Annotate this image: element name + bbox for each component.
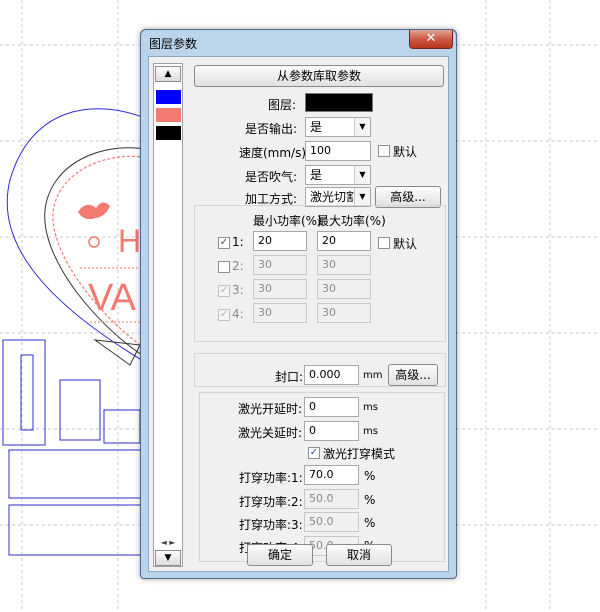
power-3-label: 3: bbox=[232, 283, 244, 297]
power-1-label: 1: bbox=[232, 235, 244, 249]
pierce-power-3-input[interactable]: 50.0 bbox=[304, 512, 359, 532]
process-select-value: 激光切割 bbox=[310, 190, 359, 204]
laser-off-delay-input[interactable]: 0 bbox=[304, 421, 359, 441]
speed-input[interactable]: 100 bbox=[305, 141, 371, 161]
power-default-label: 默认 bbox=[393, 237, 418, 251]
power-4-min-input[interactable]: 30 bbox=[253, 303, 307, 323]
speed-label: 速度(mm/s): bbox=[239, 146, 311, 160]
power-4-max-input[interactable]: 30 bbox=[317, 303, 371, 323]
layer-params-dialog: 图层参数 ✕ ▲ ◄ ► ▼ 从参数库取参数 图层: 是否输出: 是 ▼ 速度(… bbox=[140, 29, 457, 579]
pierce-power-1-input[interactable]: 70.0 bbox=[304, 465, 359, 485]
scroll-left-icon[interactable]: ◄ bbox=[161, 538, 167, 547]
pierce-power-3-unit: % bbox=[364, 516, 376, 530]
pierce-power-2-input[interactable]: 50.0 bbox=[304, 489, 359, 509]
scroll-down-button[interactable]: ▼ bbox=[155, 550, 181, 566]
canvas-shapes bbox=[2, 339, 148, 556]
laser-on-delay-label: 激光开延时: bbox=[238, 402, 303, 416]
laser-off-delay-unit: ms bbox=[363, 426, 378, 437]
speed-default-checkbox[interactable] bbox=[378, 145, 390, 157]
laser-on-delay-unit: ms bbox=[363, 402, 378, 413]
pierce-power-2-label: 打穿功率:2: bbox=[239, 495, 303, 509]
dialog-body: ▲ ◄ ► ▼ 从参数库取参数 图层: 是否输出: 是 ▼ 速度(mm/s): … bbox=[148, 56, 449, 572]
chevron-down-icon[interactable]: ▼ bbox=[354, 118, 370, 136]
output-label: 是否输出: bbox=[245, 122, 298, 136]
chevron-down-icon[interactable]: ▼ bbox=[354, 188, 370, 206]
power-default-checkbox[interactable] bbox=[378, 237, 390, 249]
canvas-text-va: VA bbox=[88, 277, 137, 319]
seal-input[interactable]: 0.000 bbox=[304, 365, 359, 385]
layer-swatch-blue[interactable] bbox=[156, 90, 181, 104]
seal-unit: mm bbox=[363, 370, 383, 381]
pierce-mode-label: 激光打穿模式 bbox=[323, 447, 396, 461]
layer-list-hscroll[interactable]: ◄ ► bbox=[155, 538, 181, 550]
triangle-down-icon: ▼ bbox=[164, 553, 172, 563]
power-2-checkbox[interactable] bbox=[218, 261, 230, 273]
power-4-checkbox[interactable]: ✓ bbox=[218, 309, 230, 321]
load-from-library-button[interactable]: 从参数库取参数 bbox=[194, 65, 444, 87]
seal-advanced-button[interactable]: 高级... bbox=[388, 364, 438, 386]
layer-list[interactable]: ▲ ◄ ► ▼ bbox=[153, 63, 183, 567]
close-button[interactable]: ✕ bbox=[409, 30, 453, 49]
pierce-power-1-unit: % bbox=[364, 469, 376, 483]
canvas-text-h: H bbox=[118, 223, 141, 259]
chevron-down-icon[interactable]: ▼ bbox=[354, 166, 370, 184]
pierce-power-1-label: 打穿功率:1: bbox=[239, 471, 303, 485]
power-3-max-input[interactable]: 30 bbox=[317, 279, 371, 299]
power-3-checkbox[interactable]: ✓ bbox=[218, 285, 230, 297]
max-power-header: 最大功率(%) bbox=[317, 214, 386, 228]
power-2-max-input[interactable]: 30 bbox=[317, 255, 371, 275]
power-3-min-input[interactable]: 30 bbox=[253, 279, 307, 299]
scroll-up-button[interactable]: ▲ bbox=[155, 66, 181, 82]
bird-decoration bbox=[78, 202, 110, 220]
heart-dot bbox=[88, 236, 100, 248]
triangle-up-icon: ▲ bbox=[164, 69, 172, 79]
output-select[interactable]: 是 ▼ bbox=[305, 117, 371, 137]
power-1-min-input[interactable]: 20 bbox=[253, 231, 307, 251]
speed-default-label: 默认 bbox=[393, 145, 418, 159]
layer-swatch-salmon[interactable] bbox=[156, 108, 181, 122]
blow-label: 是否吹气: bbox=[245, 170, 298, 184]
blow-select[interactable]: 是 ▼ bbox=[305, 165, 371, 185]
power-2-label: 2: bbox=[232, 259, 244, 273]
laser-on-delay-input[interactable]: 0 bbox=[304, 397, 359, 417]
min-power-header: 最小功率(%) bbox=[253, 214, 322, 228]
blow-select-value: 是 bbox=[310, 168, 323, 182]
pierce-power-3-label: 打穿功率:3: bbox=[239, 518, 303, 532]
layer-label: 图层: bbox=[268, 98, 297, 112]
layer-swatch-black[interactable] bbox=[156, 126, 181, 140]
ok-button[interactable]: 确定 bbox=[247, 544, 313, 566]
power-1-max-input[interactable]: 20 bbox=[317, 231, 371, 251]
power-2-min-input[interactable]: 30 bbox=[253, 255, 307, 275]
dialog-title: 图层参数 bbox=[149, 37, 198, 51]
scroll-right-icon[interactable]: ► bbox=[169, 538, 175, 547]
pierce-power-2-unit: % bbox=[364, 493, 376, 507]
layer-color-box[interactable] bbox=[305, 93, 373, 112]
power-1-checkbox[interactable]: ✓ bbox=[218, 237, 230, 249]
cancel-button[interactable]: 取消 bbox=[326, 544, 392, 566]
pierce-mode-checkbox[interactable]: ✓ bbox=[308, 447, 320, 459]
laser-off-delay-label: 激光关延时: bbox=[238, 426, 303, 440]
titlebar[interactable]: 图层参数 ✕ bbox=[141, 30, 456, 56]
seal-label: 封口: bbox=[275, 370, 304, 384]
close-icon: ✕ bbox=[425, 31, 437, 46]
power-4-label: 4: bbox=[232, 307, 244, 321]
output-select-value: 是 bbox=[310, 120, 323, 134]
process-select[interactable]: 激光切割 ▼ bbox=[305, 187, 371, 207]
